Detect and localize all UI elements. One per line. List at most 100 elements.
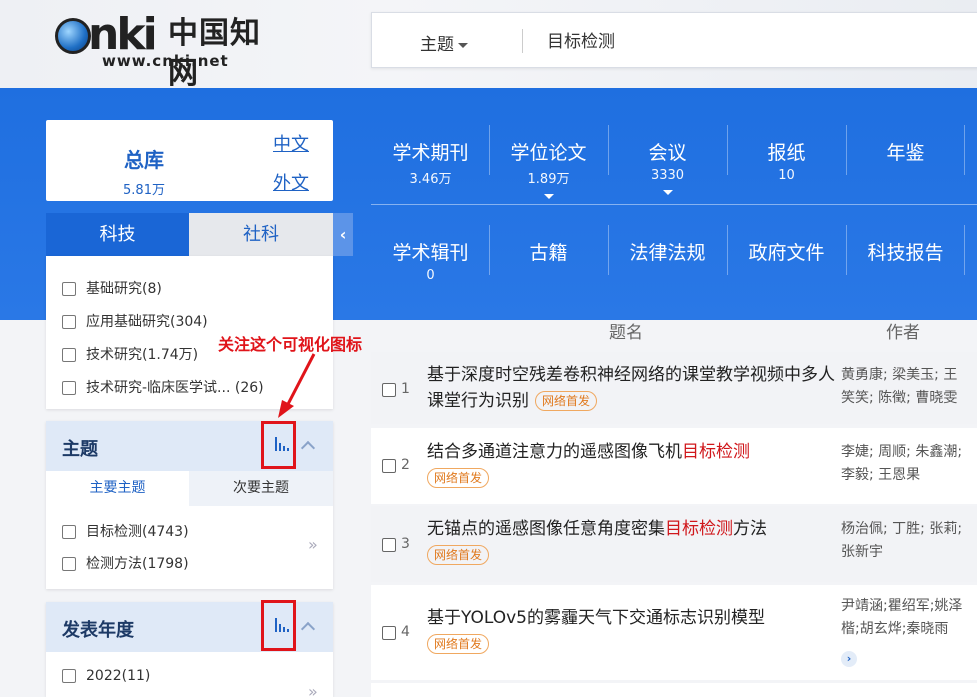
expand-authors-icon[interactable]: › — [841, 651, 857, 667]
result-title[interactable]: 基于YOLOv5的雾霾天气下交通标志识别模型 网络首发 — [427, 605, 837, 657]
title-text: 无锚点的遥感图像任意角度密集 — [427, 519, 665, 539]
result-authors[interactable]: 李婕; 周顺; 朱鑫潮; 李毅; 王恩果 — [841, 441, 977, 487]
db-name: 会议 — [648, 142, 687, 164]
db-government[interactable]: 政府文件 — [727, 223, 846, 303]
db-name: 学位论文 — [510, 142, 587, 164]
category-label: 应用基础研究(304) — [86, 314, 208, 330]
checkbox[interactable] — [62, 669, 76, 683]
db-separator — [964, 125, 965, 175]
db-name: 法律法规 — [629, 242, 706, 264]
title-highlight: 目标检测 — [665, 519, 733, 539]
more-icon[interactable]: » — [308, 535, 318, 554]
result-authors[interactable]: 尹靖涵;瞿绍军;姚泽 楷;胡玄烨;秦晓雨 — [841, 595, 977, 641]
checkbox[interactable] — [62, 525, 76, 539]
title-text: 基于深度时空残差卷积神经网络的课堂教学视频中多人课堂行为识别 — [427, 365, 835, 411]
caret-down-icon — [662, 190, 673, 195]
category-label: 技术研究-临床医学试... (26) — [86, 380, 264, 396]
chevron-up-icon[interactable] — [300, 440, 316, 456]
more-icon[interactable]: » — [308, 682, 318, 697]
tab-secondary-topic[interactable]: 次要主题 — [189, 471, 333, 506]
result-authors[interactable]: 黄勇康; 梁美玉; 王笑笑; 陈徵; 曹晓雯 — [841, 364, 977, 410]
chevron-down-icon — [458, 42, 468, 48]
foreign-link[interactable]: 外文 — [273, 169, 309, 195]
db-conference[interactable]: 会议 3330 — [608, 123, 727, 203]
online-first-badge: 网络首发 — [427, 545, 490, 565]
column-title[interactable]: 题名 — [609, 318, 643, 343]
results-header: 题名 作者 — [371, 320, 977, 352]
result-title[interactable]: 基于深度时空残差卷积神经网络的课堂教学视频中多人课堂行为识别 网络首发 — [427, 362, 837, 414]
cnki-logo[interactable]: nki 中国知网 www.cnki.net — [50, 10, 280, 91]
checkbox[interactable] — [62, 282, 76, 296]
tab-main-topic[interactable]: 主要主题 — [46, 471, 189, 506]
annotation-arrow — [278, 353, 316, 418]
db-row-divider — [371, 204, 977, 205]
db-yearbook[interactable]: 年鉴 — [846, 123, 965, 203]
chinese-link[interactable]: 中文 — [273, 130, 309, 156]
db-name: 科技报告 — [867, 242, 944, 264]
highlight-box — [261, 600, 296, 651]
authors-line: 黄勇康; 梁美玉; 王 — [841, 367, 958, 383]
topic-item[interactable]: 目标检测(4743) — [62, 521, 189, 541]
year-facet-title: 发表年度 — [62, 620, 134, 641]
result-row: 2 结合多通道注意力的遥感图像飞机目标检测 网络首发 李婕; 周顺; 朱鑫潮; 李毅… — [371, 428, 977, 504]
db-name: 学术期刊 — [392, 142, 469, 164]
db-journal[interactable]: 学术期刊 3.46万 — [371, 123, 490, 203]
result-checkbox[interactable] — [382, 383, 396, 397]
topic-subtabs: 主要主题 次要主题 — [46, 471, 333, 506]
result-title[interactable]: 结合多通道注意力的遥感图像飞机目标检测 网络首发 — [427, 439, 837, 491]
authors-line: 张新宇 — [841, 544, 883, 560]
search-input[interactable] — [547, 29, 947, 49]
category-item[interactable]: 应用基础研究(304) — [62, 311, 208, 331]
search-field-label: 主题 — [420, 35, 454, 55]
search-field-select[interactable]: 主题 — [420, 30, 468, 55]
tab-science[interactable]: 科技 — [46, 213, 189, 256]
zongku-title[interactable]: 总库 — [104, 144, 184, 173]
result-number: 2 — [401, 457, 410, 473]
category-item[interactable]: 技术研究-临床医学试... (26) — [62, 377, 264, 397]
collapse-sidebar-button[interactable]: ‹ — [333, 213, 353, 256]
db-name: 古籍 — [529, 242, 568, 264]
result-checkbox[interactable] — [382, 626, 396, 640]
db-ancient[interactable]: 古籍 — [489, 223, 608, 303]
category-tabs: 科技 社科 — [46, 213, 333, 263]
db-collection[interactable]: 学术辑刊 0 — [371, 223, 490, 303]
db-name: 年鉴 — [886, 142, 925, 164]
title-highlight: 目标检测 — [682, 442, 750, 462]
tab-social[interactable]: 社科 — [189, 213, 333, 256]
result-number: 1 — [401, 381, 410, 397]
site-header: nki 中国知网 www.cnki.net 主题 — [0, 0, 977, 91]
title-text: 基于YOLOv5的雾霾天气下交通标志识别模型 — [427, 608, 765, 628]
result-authors[interactable]: 杨治佩; 丁胜; 张莉; 张新宇 — [841, 518, 977, 564]
year-item[interactable]: 2022(11) — [62, 668, 150, 684]
authors-line: 李毅; 王恩果 — [841, 467, 921, 483]
title-text: 结合多通道注意力的遥感图像飞机 — [427, 442, 682, 462]
zongku-panel: 总库 5.81万 中文 外文 — [46, 120, 333, 201]
result-title[interactable]: 无锚点的遥感图像任意角度密集目标检测方法 网络首发 — [427, 516, 837, 568]
db-count: 3.46万 — [409, 172, 452, 187]
online-first-badge: 网络首发 — [427, 634, 490, 654]
checkbox[interactable] — [62, 348, 76, 362]
checkbox[interactable] — [62, 381, 76, 395]
checkbox[interactable] — [62, 557, 76, 571]
search-box: 主题 — [371, 12, 977, 68]
db-tech-report[interactable]: 科技报告 — [846, 223, 965, 303]
category-item[interactable]: 技术研究(1.74万) — [62, 344, 198, 364]
column-author[interactable]: 作者 — [886, 318, 920, 343]
checkbox[interactable] — [62, 315, 76, 329]
category-label: 基础研究(8) — [86, 281, 162, 297]
db-law[interactable]: 法律法规 — [608, 223, 727, 303]
result-checkbox[interactable] — [382, 459, 396, 473]
result-row: 1 基于深度时空残差卷积神经网络的课堂教学视频中多人课堂行为识别 网络首发 黄勇康… — [371, 352, 977, 424]
db-thesis[interactable]: 学位论文 1.89万 — [489, 123, 608, 203]
chevron-up-icon[interactable] — [300, 621, 316, 637]
highlight-box — [261, 421, 296, 469]
category-item[interactable]: 基础研究(8) — [62, 278, 162, 298]
authors-line: 笑笑; 陈徵; 曹晓雯 — [841, 390, 958, 406]
result-number: 4 — [401, 624, 410, 640]
db-name: 学术辑刊 — [392, 242, 469, 264]
db-name: 报纸 — [767, 142, 806, 164]
result-checkbox[interactable] — [382, 538, 396, 552]
topic-item[interactable]: 检测方法(1798) — [62, 553, 189, 573]
db-newspaper[interactable]: 报纸 10 — [727, 123, 846, 203]
category-label: 技术研究(1.74万) — [86, 347, 199, 363]
